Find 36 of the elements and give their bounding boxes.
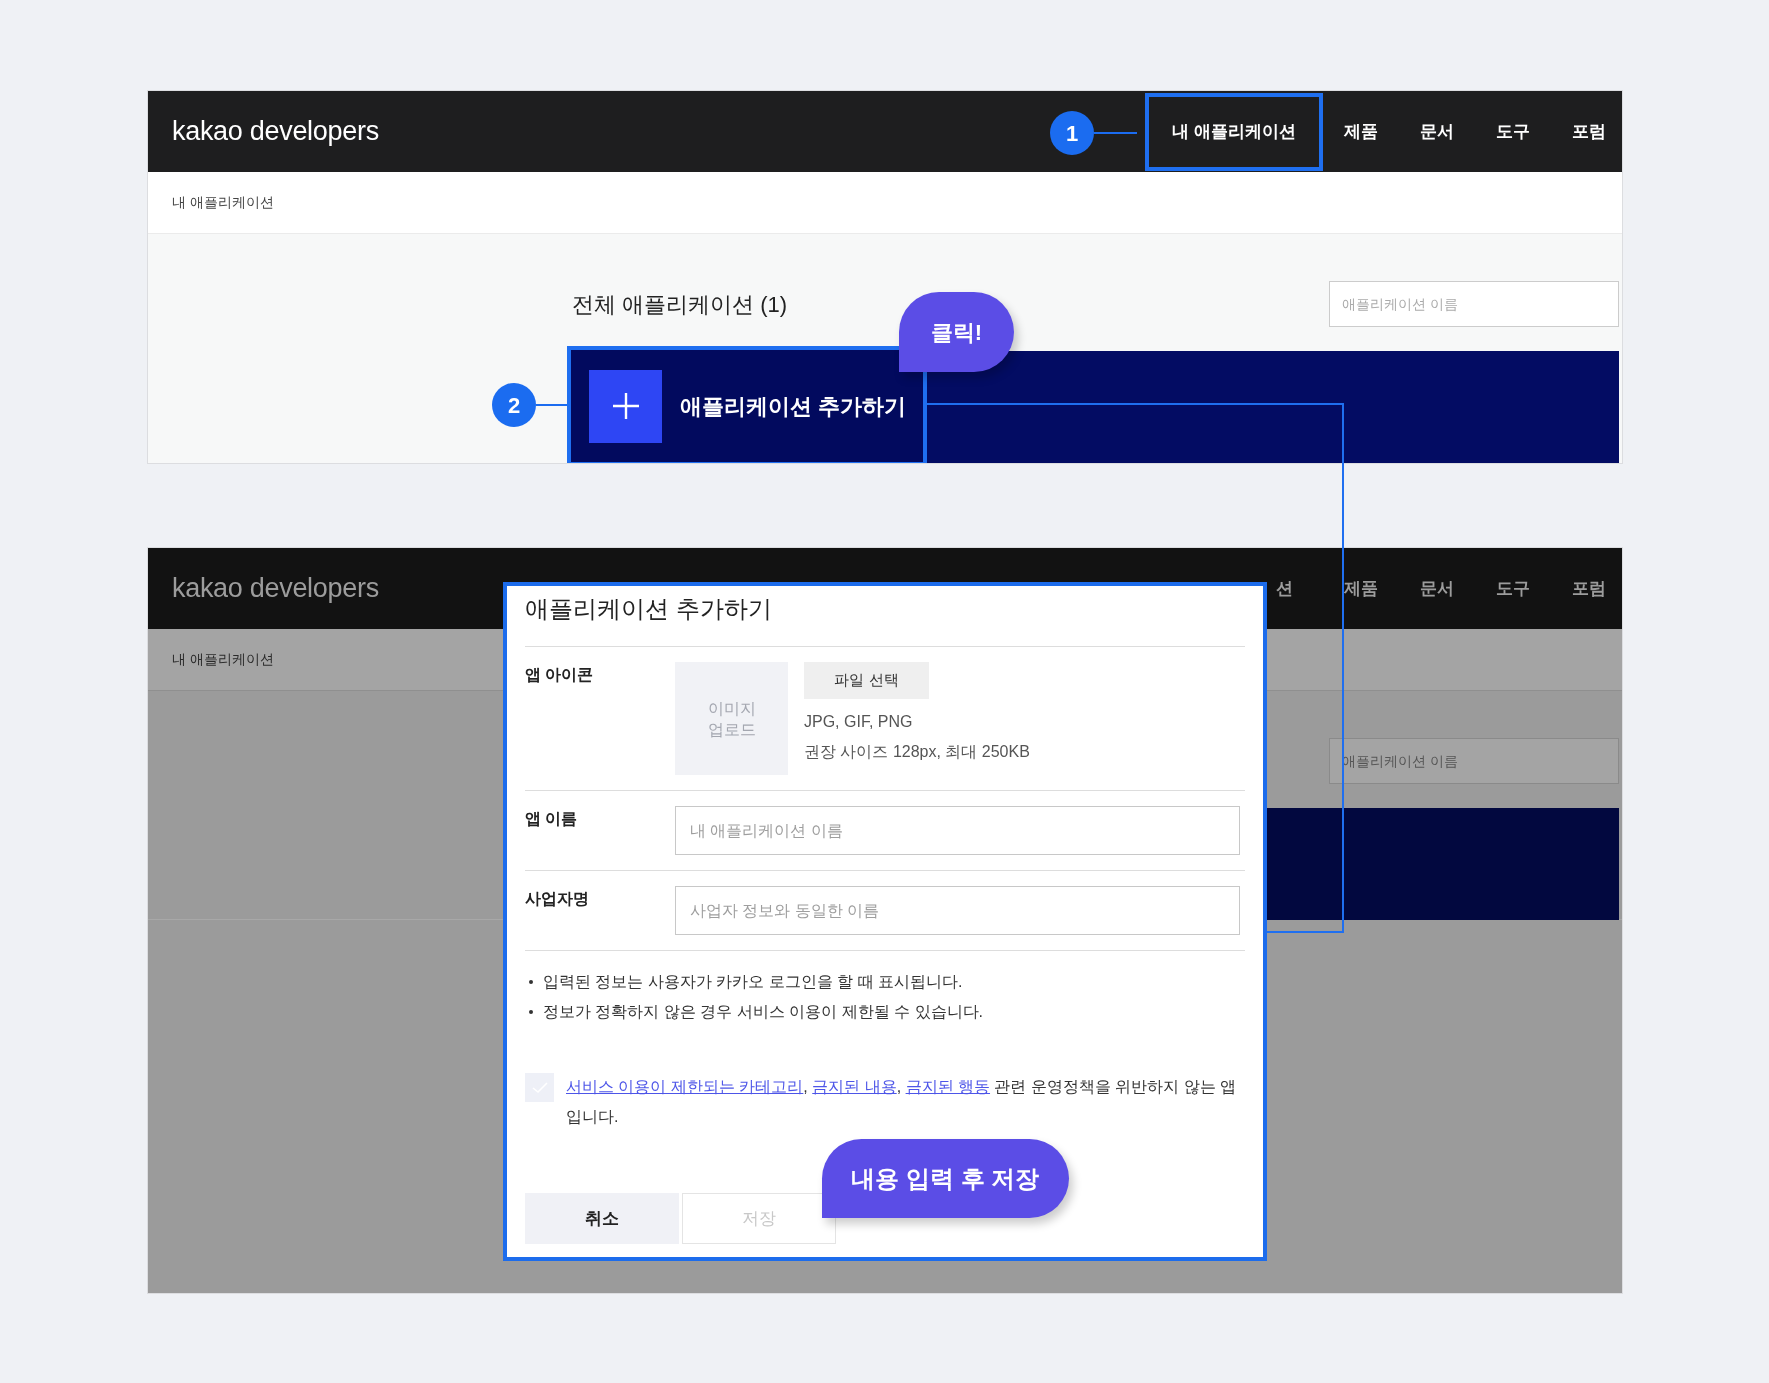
agreement-text: 서비스 이용이 제한되는 카테고리, 금지된 내용, 금지된 행동 관련 운영정책을 위반하지 않는 앱 입니다. <box>566 1077 1238 1127</box>
field-label: 사업자명 <box>525 889 590 909</box>
note-text: 입력된 정보는 사용자가 카카오 로그인을 할 때 표시됩니다. <box>525 967 1245 997</box>
field-label: 앱 아이콘 <box>525 665 595 685</box>
nav-link[interactable]: 도구 <box>1475 549 1551 628</box>
search-field[interactable]: 애플리케이션 이름 <box>1329 738 1619 784</box>
nav-link[interactable]: 문서 <box>1399 549 1475 628</box>
policy-link[interactable]: 금지된 행동 <box>905 1078 991 1095</box>
search-field[interactable]: 애플리케이션 이름 <box>1329 281 1619 327</box>
size-hint: 권장 사이즈 128px, 최대 250KB <box>804 742 1030 762</box>
format-hint: JPG, GIF, PNG <box>804 712 913 732</box>
input-field[interactable]: 내 애플리케이션 이름 <box>675 806 1240 855</box>
leader-line <box>536 404 567 406</box>
nav-link[interactable]: 포럼 <box>1551 92 1616 171</box>
file-select-button[interactable]: 파일 선택 <box>804 662 929 699</box>
nav-link[interactable]: 포럼 <box>1551 549 1616 628</box>
field-label: 앱 이름 <box>525 809 579 829</box>
cancel-button[interactable]: 취소 <box>525 1193 679 1244</box>
note-text: 정보가 정확하지 않은 경우 서비스 이용이 제한될 수 있습니다. <box>525 997 1245 1027</box>
dialog-title: 애플리케이션 추가하기 <box>525 586 1245 647</box>
breadcrumb-text: 내 애플리케이션 <box>148 172 1622 234</box>
callout-bubble: 내용 입력 후 저장 <box>822 1139 1069 1218</box>
nav-link[interactable]: 제품 <box>1323 549 1399 628</box>
nav-link[interactable]: 문서 <box>1399 92 1475 171</box>
input-field[interactable]: 사업자 정보와 동일한 이름 <box>675 886 1240 935</box>
logo[interactable]: kakao developers <box>148 568 379 609</box>
leader-line <box>1094 132 1137 134</box>
nav-link[interactable]: 도구 <box>1475 92 1551 171</box>
policy-link[interactable]: 금지된 내용 <box>812 1078 897 1095</box>
logo[interactable]: kakao developers <box>148 111 379 152</box>
add-app-button[interactable]: 애플리케이션 추가하기 <box>567 346 927 463</box>
nav-link[interactable]: 제품 <box>1323 92 1399 171</box>
nav-link[interactable]: 내 애플리케이션 <box>1145 92 1323 171</box>
policy-link[interactable]: 서비스 이용이 제한되는 카테고리 <box>566 1078 804 1095</box>
page-heading: 전체 애플리케이션 (1) <box>571 290 788 319</box>
plus-icon <box>589 369 662 443</box>
